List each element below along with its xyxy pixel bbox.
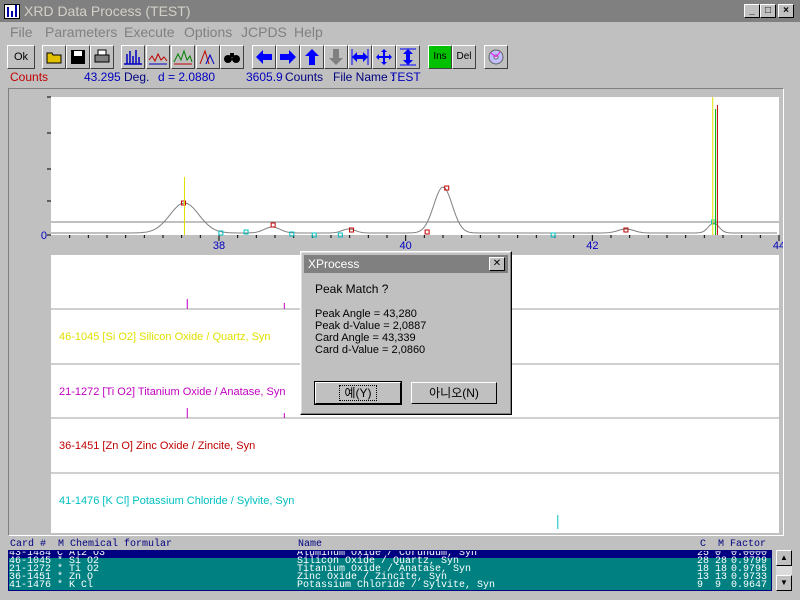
y-zero-label: 0 <box>41 230 47 242</box>
deg-label: Deg. <box>124 70 150 84</box>
d-value: d = 2.0880 <box>158 70 216 84</box>
save-icon[interactable] <box>66 45 90 69</box>
peak-d-text: Peak d-Value = 2,0887 <box>315 320 427 332</box>
menu-options[interactable]: Options <box>184 24 232 40</box>
search-icon[interactable] <box>220 45 244 69</box>
cell-factor: 0.9647 <box>731 580 768 591</box>
arrow-right-icon[interactable] <box>276 45 300 69</box>
angle-value: 43.295 <box>84 70 121 84</box>
peak-angle-text: Peak Angle = 43,280 <box>315 308 417 320</box>
arrow-left-icon[interactable] <box>252 45 276 69</box>
col-chem[interactable]: Chemical formular <box>70 539 172 550</box>
arrow-down-icon[interactable] <box>324 45 348 69</box>
col-card[interactable]: Card # <box>10 539 46 550</box>
menu-bar: File Parameters Execute Options JCPDS He… <box>0 22 800 41</box>
maximize-button[interactable]: □ <box>760 4 776 18</box>
x-tick-label: 44 <box>773 240 783 252</box>
counts-value: 3605.9 <box>246 70 283 84</box>
dialog-close-button[interactable]: ✕ <box>489 257 505 271</box>
list-scrollbar[interactable]: ▲ ▼ <box>776 550 792 591</box>
pattern-view-icon[interactable] <box>121 45 145 69</box>
menu-parameters[interactable]: Parameters <box>45 24 117 40</box>
card-label[interactable]: 41-1476 [K Cl] Potassium Chloride / Sylv… <box>59 495 294 507</box>
fit-view-icon[interactable] <box>171 45 195 69</box>
dialog-question: Peak Match ? <box>315 282 389 296</box>
file-name-value: TEST <box>390 70 421 84</box>
title-bar: XRD Data Process (TEST) _ □ × <box>0 0 800 22</box>
minimize-button[interactable]: _ <box>744 4 760 18</box>
expand-horizontal-icon[interactable] <box>348 45 372 69</box>
col-m2[interactable]: M <box>718 539 724 550</box>
no-button[interactable]: 아니오(N) <box>411 382 497 404</box>
dialog-title-bar: XProcess ✕ <box>304 255 508 273</box>
open-icon[interactable] <box>42 45 66 69</box>
scroll-up-icon[interactable]: ▲ <box>776 550 792 566</box>
list-row[interactable]: 41-1476 * K Cl Potassium Chloride / Sylvite… <box>9 580 771 591</box>
dialog-title: XProcess <box>308 257 360 271</box>
card-d-text: Card d-Value = 2,0860 <box>315 344 426 356</box>
yes-button[interactable]: 예(Y) <box>314 381 402 405</box>
status-bar: Counts 43.295 Deg. d = 2.0880 3605.9 Cou… <box>0 70 800 85</box>
scroll-down-icon[interactable]: ▼ <box>776 575 792 591</box>
toolbar: Ok Ins Del <box>0 42 800 70</box>
cell-card: 41-1476 <box>9 580 52 591</box>
col-name[interactable]: Name <box>298 539 322 550</box>
ok-button[interactable]: Ok <box>7 45 35 69</box>
menu-file[interactable]: File <box>10 24 33 40</box>
col-factor[interactable]: Factor <box>730 539 766 550</box>
cell-chem: K Cl <box>69 580 94 591</box>
cell-name: Potassium Chloride / Sylvite, Syn <box>297 580 496 591</box>
expand-all-icon[interactable] <box>372 45 396 69</box>
peak-view-icon[interactable] <box>196 45 220 69</box>
print-icon[interactable] <box>90 45 114 69</box>
cell-m: * <box>57 580 64 591</box>
app-icon <box>4 4 20 19</box>
col-c[interactable]: C <box>700 539 706 550</box>
insert-button[interactable]: Ins <box>428 45 452 69</box>
arrow-up-icon[interactable] <box>300 45 324 69</box>
cd-icon[interactable] <box>484 45 508 69</box>
card-list-header: Card # M Chemical formular Name C M Fact… <box>8 539 776 550</box>
menu-help[interactable]: Help <box>294 24 323 40</box>
counts-unit: Counts <box>285 70 324 84</box>
expand-vertical-icon[interactable] <box>396 45 420 69</box>
cell-c: 9 <box>697 580 704 591</box>
window-title: XRD Data Process (TEST) <box>24 3 191 19</box>
menu-jcpds[interactable]: JCPDS <box>241 24 287 40</box>
x-tick-label: 38 <box>213 240 225 252</box>
counts-label: Counts <box>10 70 49 84</box>
delete-button[interactable]: Del <box>452 45 476 69</box>
card-angle-text: Card Angle = 43,339 <box>315 332 416 344</box>
card-label[interactable]: 46-1045 [Si O2] Silicon Oxide / Quartz, … <box>59 331 271 343</box>
menu-execute[interactable]: Execute <box>124 24 175 40</box>
close-button[interactable]: × <box>778 4 794 18</box>
file-name-label: File Name : <box>333 70 395 84</box>
card-label[interactable]: 36-1451 [Zn O] Zinc Oxide / Zincite, Syn <box>59 440 255 452</box>
cell-m2: 9 <box>715 580 722 591</box>
x-tick-label: 42 <box>586 240 598 252</box>
card-label[interactable]: 21-1272 [Ti O2] Titanium Oxide / Anatase… <box>59 386 285 398</box>
peak-match-dialog: XProcess ✕ Peak Match ? Peak Angle = 43,… <box>300 251 512 415</box>
col-m[interactable]: M <box>58 539 64 550</box>
card-list[interactable]: 43-1484 C Al2 O3 Aluminum Oxide / Corundum,… <box>8 550 772 591</box>
smooth-view-icon[interactable] <box>146 45 170 69</box>
